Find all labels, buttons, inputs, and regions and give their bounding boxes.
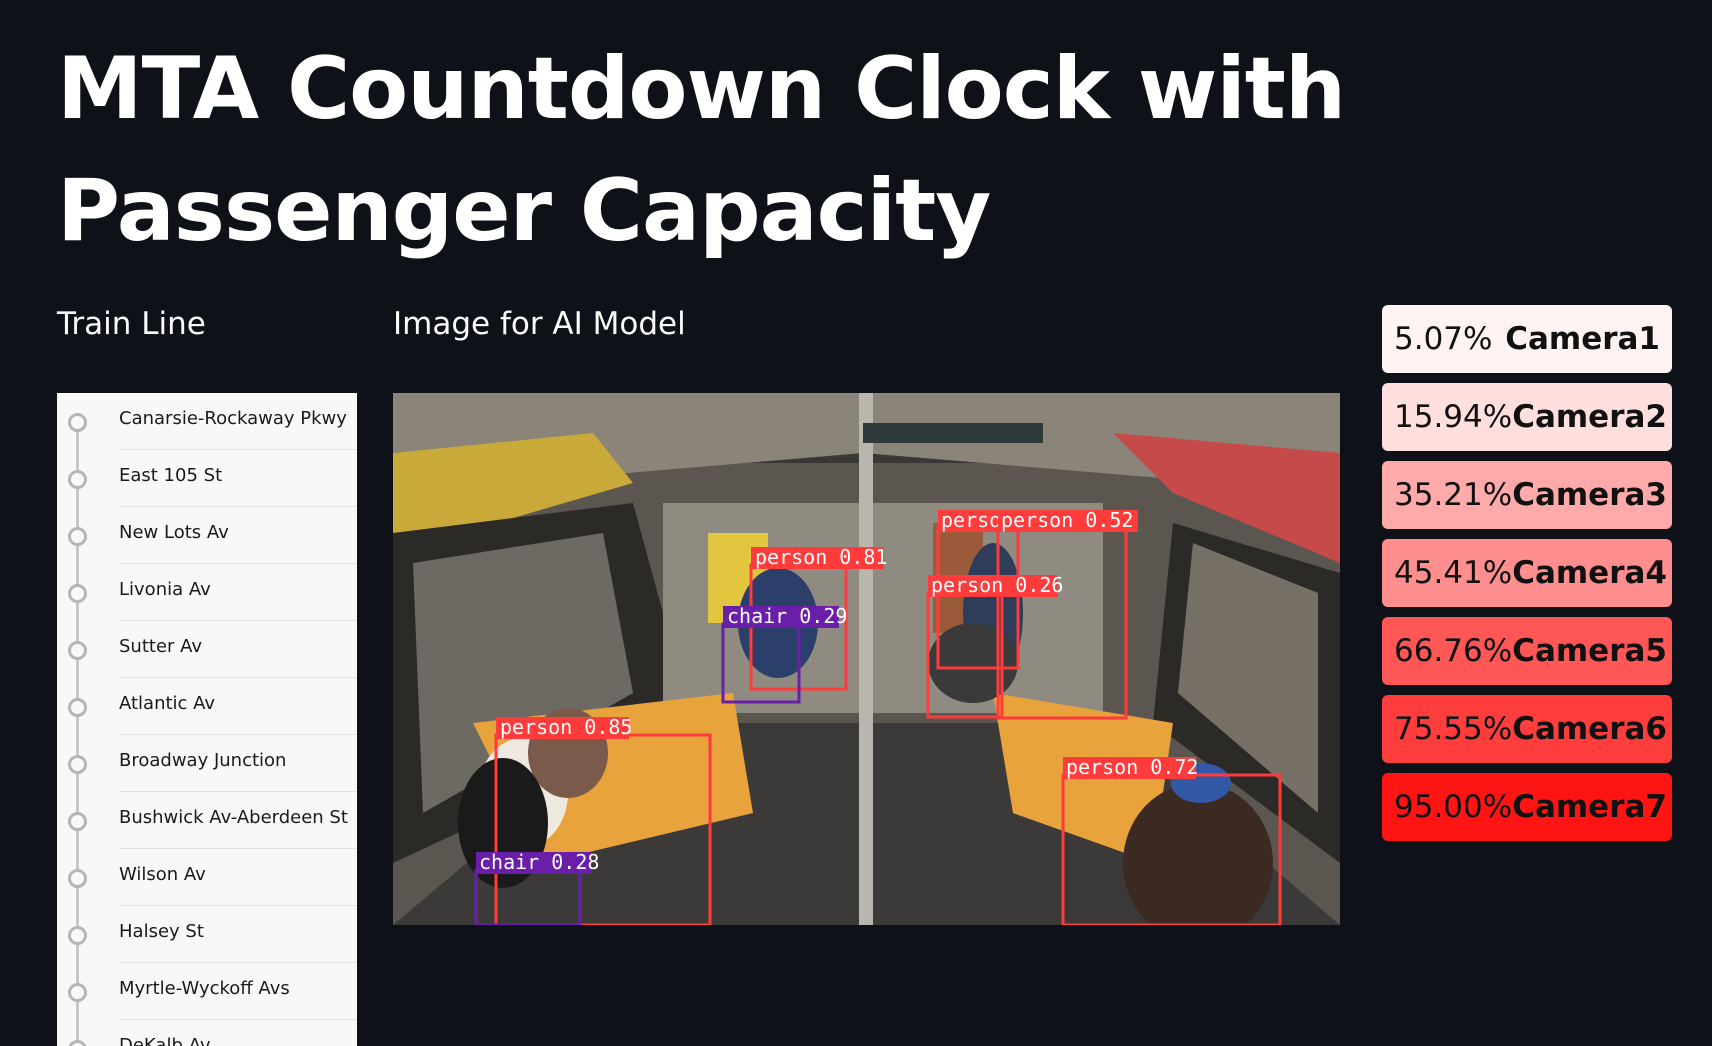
station-node-icon bbox=[68, 869, 87, 888]
station-name: Atlantic Av bbox=[119, 693, 216, 714]
camera-percent: 75.55% bbox=[1394, 711, 1513, 747]
detection-label: person 0.52 bbox=[1001, 508, 1133, 532]
station-node-icon bbox=[68, 584, 87, 603]
camera-name: Camera5 bbox=[1512, 633, 1667, 669]
station-name: East 105 St bbox=[119, 465, 223, 486]
station-item[interactable]: Atlantic Av bbox=[57, 678, 357, 735]
detection-label: person 0.81 bbox=[755, 545, 887, 569]
camera-item-7[interactable]: 95.00% Camera7 bbox=[1382, 773, 1672, 841]
station-name: Canarsie-Rockaway Pkwy bbox=[119, 408, 347, 429]
station-name: Sutter Av bbox=[119, 636, 203, 657]
camera-percent: 95.00% bbox=[1394, 789, 1513, 825]
station-node-icon bbox=[68, 413, 87, 432]
station-item[interactable]: East 105 St bbox=[57, 450, 357, 507]
station-name: Halsey St bbox=[119, 921, 204, 942]
camera-name: Camera4 bbox=[1512, 555, 1667, 591]
station-name: Livonia Av bbox=[119, 579, 211, 600]
camera-name: Camera3 bbox=[1512, 477, 1667, 513]
detection-label: perso bbox=[941, 508, 1001, 532]
camera-percent: 66.76% bbox=[1394, 633, 1513, 669]
station-item[interactable]: Halsey St bbox=[57, 906, 357, 963]
station-item[interactable]: New Lots Av bbox=[57, 507, 357, 564]
station-name: New Lots Av bbox=[119, 522, 229, 543]
station-node-icon bbox=[68, 527, 87, 546]
page-title-line-1: MTA Countdown Clock with bbox=[57, 39, 1346, 139]
detection-label: person 0.85 bbox=[500, 715, 632, 739]
station-name: Wilson Av bbox=[119, 864, 206, 885]
camera-item-4[interactable]: 45.41% Camera4 bbox=[1382, 539, 1672, 607]
camera-name: Camera2 bbox=[1512, 399, 1667, 435]
station-name: Broadway Junction bbox=[119, 750, 287, 771]
station-item[interactable]: Wilson Av bbox=[57, 849, 357, 906]
camera-item-3[interactable]: 35.21% Camera3 bbox=[1382, 461, 1672, 529]
station-name: DeKalb Av bbox=[119, 1035, 211, 1046]
camera-item-6[interactable]: 75.55% Camera6 bbox=[1382, 695, 1672, 763]
station-item[interactable]: Sutter Av bbox=[57, 621, 357, 678]
camera-percent: 35.21% bbox=[1394, 477, 1513, 513]
camera-name: Camera1 bbox=[1505, 321, 1660, 357]
station-node-icon bbox=[68, 470, 87, 489]
station-node-icon bbox=[68, 983, 87, 1002]
station-node-icon bbox=[68, 755, 87, 774]
station-name: Myrtle-Wyckoff Avs bbox=[119, 978, 290, 999]
station-item[interactable]: Livonia Av bbox=[57, 564, 357, 621]
station-timeline: Canarsie-Rockaway Pkwy East 105 St New L… bbox=[57, 393, 357, 1046]
camera-percent: 15.94% bbox=[1394, 399, 1513, 435]
station-node-icon bbox=[68, 1040, 87, 1046]
camera-name: Camera7 bbox=[1512, 789, 1667, 825]
camera-item-5[interactable]: 66.76% Camera5 bbox=[1382, 617, 1672, 685]
station-item[interactable]: Bushwick Av-Aberdeen St bbox=[57, 792, 357, 849]
detection-label: person 0.26 bbox=[931, 573, 1063, 597]
page-title-line-2: Passenger Capacity bbox=[57, 161, 991, 261]
camera-percent: 45.41% bbox=[1394, 555, 1513, 591]
train-line-label: Train Line bbox=[57, 306, 206, 342]
station-node-icon bbox=[68, 698, 87, 717]
station-name: Bushwick Av-Aberdeen St bbox=[119, 807, 348, 828]
station-item[interactable]: Broadway Junction bbox=[57, 735, 357, 792]
detection-label: person 0.72 bbox=[1066, 755, 1198, 779]
camera-name: Camera6 bbox=[1512, 711, 1667, 747]
camera-percent: 5.07% bbox=[1394, 321, 1493, 357]
station-node-icon bbox=[68, 812, 87, 831]
station-item[interactable]: DeKalb Av bbox=[57, 1020, 357, 1046]
detection-label: chair 0.28 bbox=[479, 850, 599, 874]
camera-item-2[interactable]: 15.94% Camera2 bbox=[1382, 383, 1672, 451]
station-node-icon bbox=[68, 641, 87, 660]
station-item[interactable]: Myrtle-Wyckoff Avs bbox=[57, 963, 357, 1020]
page-title: MTA Countdown Clock with Passenger Capac… bbox=[57, 28, 1557, 272]
station-item[interactable]: Canarsie-Rockaway Pkwy bbox=[57, 393, 357, 450]
image-for-ai-model-label: Image for AI Model bbox=[393, 306, 686, 342]
camera-item-1[interactable]: 5.07% Camera1 bbox=[1382, 305, 1672, 373]
subway-car-detection-image: person 0.81 chair 0.29 perso person 0.52… bbox=[393, 393, 1340, 925]
station-node-icon bbox=[68, 926, 87, 945]
detection-label: chair 0.29 bbox=[727, 604, 847, 628]
